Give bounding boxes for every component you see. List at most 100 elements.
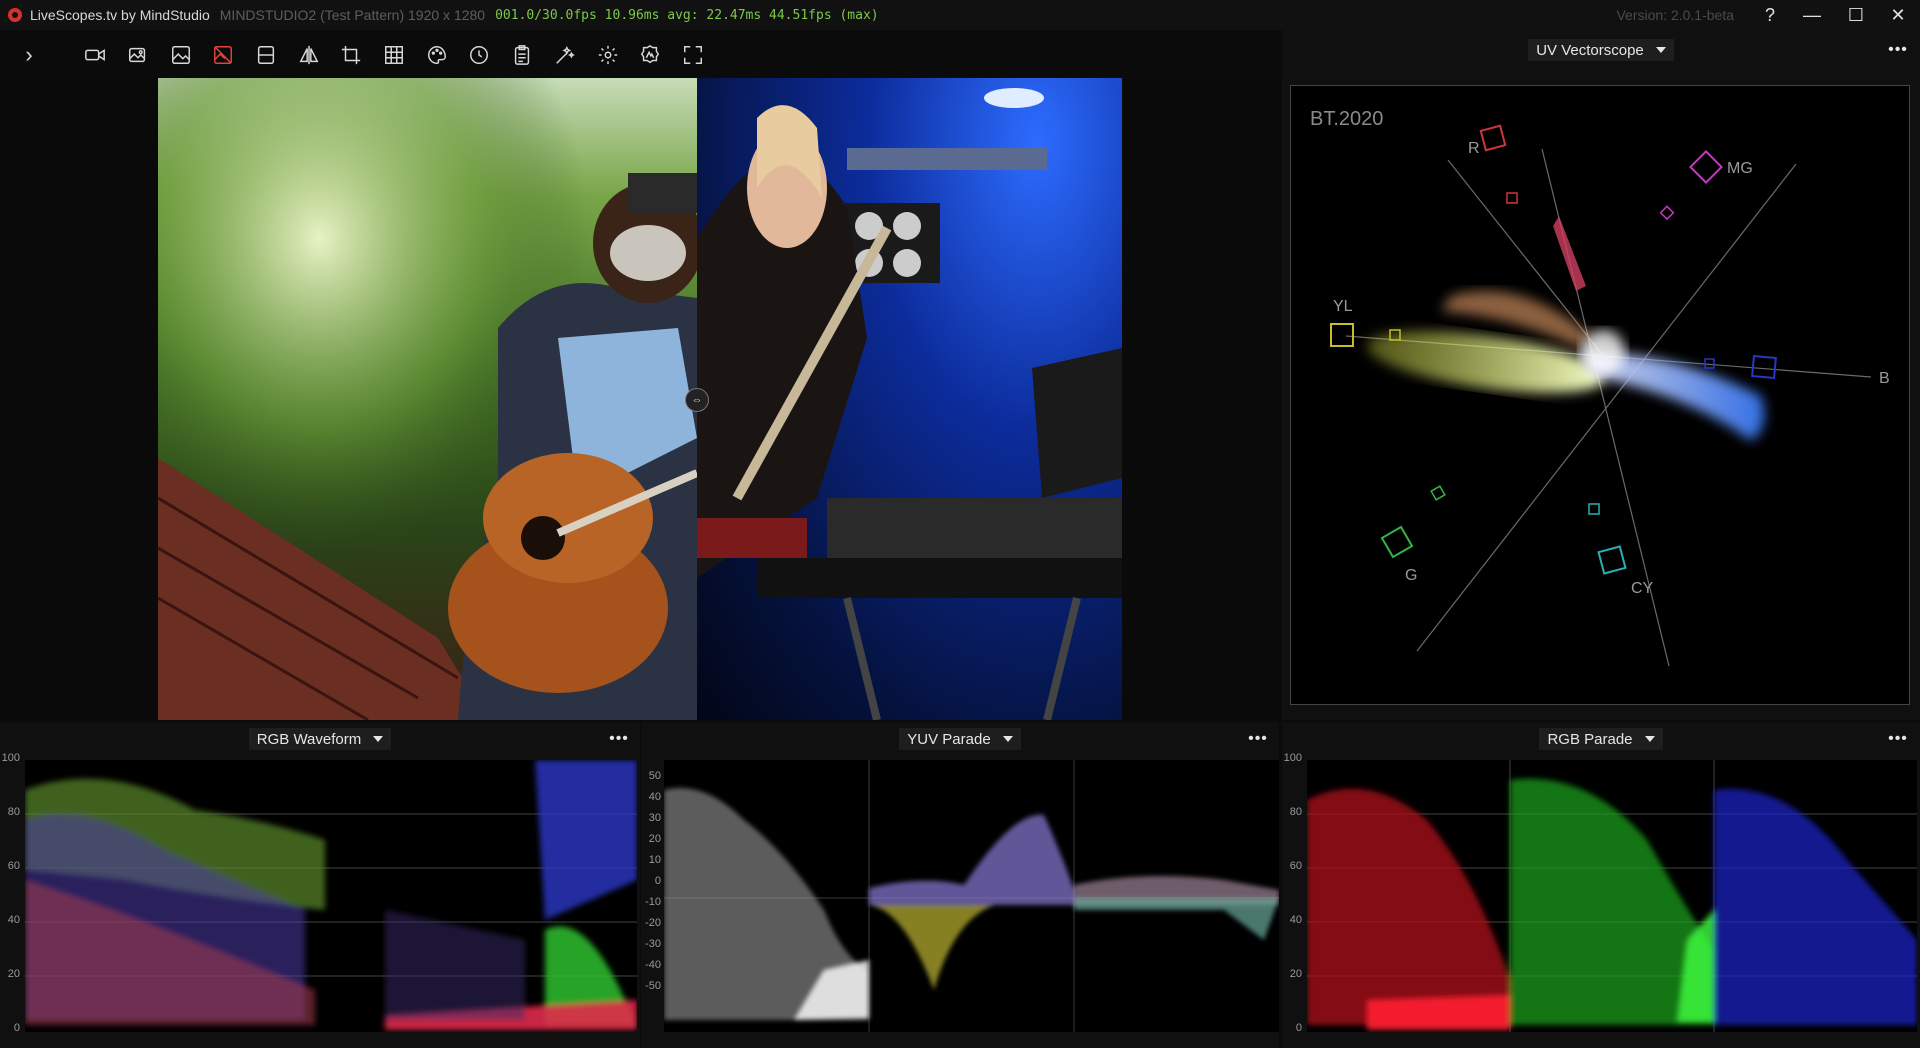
scale-label: 20 bbox=[1289, 968, 1302, 980]
image-off-icon bbox=[214, 46, 232, 64]
yuv-parade-selector-label: YUV Parade bbox=[907, 730, 991, 748]
rgb-parade-selector-label: RGB Parade bbox=[1547, 730, 1633, 748]
rgb-parade-header: RGB Parade bbox=[1282, 724, 1920, 754]
target-label-b: B bbox=[1879, 370, 1890, 387]
maximize-button[interactable]: ☐ bbox=[1834, 0, 1878, 30]
scale-label: 20 bbox=[648, 833, 661, 845]
bassist-photo bbox=[697, 88, 1122, 720]
rgb-parade-more-button[interactable]: ••• bbox=[1886, 724, 1910, 754]
video-camera-button[interactable] bbox=[82, 42, 108, 68]
scale-label: 40 bbox=[7, 914, 20, 926]
vectorscope-selector-label: UV Vectorscope bbox=[1536, 41, 1644, 59]
rgb-waveform-header: RGB Waveform bbox=[0, 724, 640, 754]
target-label-yl: YL bbox=[1333, 298, 1353, 315]
rgb-parade-panel: RGB Parade ••• 100 80 60 40 20 0 bbox=[1282, 722, 1920, 1048]
caret-down-icon bbox=[1644, 736, 1655, 742]
split-arrows-icon: ⇔ bbox=[691, 394, 703, 406]
scale-label: 60 bbox=[7, 860, 20, 872]
mirror-icon bbox=[299, 45, 319, 65]
split-horizontal-button[interactable] bbox=[253, 42, 279, 68]
rgb-parade-selector[interactable]: RGB Parade bbox=[1539, 728, 1663, 750]
scale-label: 80 bbox=[1289, 806, 1302, 818]
caret-down-icon bbox=[1002, 736, 1013, 742]
badge-icon bbox=[640, 44, 660, 64]
chevron-right-icon: › bbox=[25, 42, 33, 67]
scale-label: 40 bbox=[1289, 914, 1302, 926]
yuv-parade-more-button[interactable]: ••• bbox=[1246, 724, 1270, 754]
split-handle[interactable]: ⇔ bbox=[685, 388, 709, 412]
grid-icon bbox=[385, 46, 403, 64]
image-button[interactable] bbox=[168, 42, 194, 68]
close-button[interactable]: ✕ bbox=[1876, 0, 1920, 30]
scale-label: 40 bbox=[648, 791, 661, 803]
scale-label: 0 bbox=[654, 875, 661, 887]
minimize-button[interactable]: — bbox=[1790, 0, 1834, 30]
vectorscope-header: UV Vectorscope bbox=[1282, 35, 1920, 65]
scale-label: 50 bbox=[648, 770, 661, 782]
rgb-waveform-panel: RGB Waveform ••• 100 80 60 40 20 0 bbox=[0, 722, 640, 1048]
rgb-parade-trace bbox=[1307, 760, 1917, 1032]
app-title: LiveScopes.tv by MindStudio bbox=[30, 7, 210, 23]
caret-down-icon bbox=[373, 736, 384, 742]
rgb-waveform-trace bbox=[25, 760, 637, 1030]
source-image-left bbox=[158, 78, 697, 720]
target-label-cy: CY bbox=[1631, 580, 1654, 597]
vectorscope-selector[interactable]: UV Vectorscope bbox=[1528, 39, 1674, 61]
clipboard-icon bbox=[514, 45, 530, 65]
image-icon bbox=[172, 46, 190, 64]
clock-button[interactable] bbox=[466, 42, 492, 68]
help-button[interactable]: ? bbox=[1748, 0, 1792, 30]
version-label: Version: 2.0.1-beta bbox=[1616, 7, 1734, 23]
scale-label: 100 bbox=[1283, 752, 1302, 764]
scale-label: 60 bbox=[1289, 860, 1302, 872]
scale-label: -40 bbox=[645, 959, 661, 971]
palette-button[interactable] bbox=[424, 42, 450, 68]
yuv-parade-selector[interactable]: YUV Parade bbox=[899, 728, 1021, 750]
scale-label: 10 bbox=[648, 854, 661, 866]
settings-button[interactable] bbox=[595, 42, 621, 68]
rgb-waveform-more-button[interactable]: ••• bbox=[607, 724, 631, 754]
toolbar: › bbox=[0, 30, 1280, 78]
expand-sidebar-button[interactable]: › bbox=[16, 42, 42, 68]
clock-icon bbox=[470, 46, 488, 64]
target-label-r: R bbox=[1468, 140, 1480, 157]
image-off-button[interactable] bbox=[210, 42, 236, 68]
grid-button[interactable] bbox=[381, 42, 407, 68]
vectorscope-panel: UV Vectorscope ••• BT.2020 R MG YL B G C… bbox=[1282, 30, 1920, 720]
scale-label: 20 bbox=[7, 968, 20, 980]
guitarist-photo bbox=[158, 78, 697, 720]
vectorscope-more-button[interactable]: ••• bbox=[1886, 35, 1910, 65]
scale-label: -50 bbox=[645, 980, 661, 992]
rgb-parade-display bbox=[1307, 760, 1917, 1032]
rgb-waveform-selector[interactable]: RGB Waveform bbox=[248, 728, 392, 750]
yuv-parade-panel: YUV Parade ••• 50 40 30 20 10 0 -10 -20 … bbox=[641, 722, 1279, 1048]
scale-label: 0 bbox=[13, 1022, 20, 1034]
fullscreen-button[interactable] bbox=[680, 42, 706, 68]
source-image-right bbox=[697, 78, 1122, 720]
video-viewer[interactable]: ⇔ bbox=[0, 78, 1282, 720]
title-bar: LiveScopes.tv by MindStudio MINDSTUDIO2 … bbox=[0, 0, 1920, 30]
yuv-parade-display bbox=[664, 760, 1279, 1032]
split-horizontal-icon bbox=[257, 46, 275, 64]
scale-label: 30 bbox=[648, 812, 661, 824]
mirror-button[interactable] bbox=[296, 42, 322, 68]
video-camera-icon bbox=[85, 49, 105, 61]
rgb-waveform-selector-label: RGB Waveform bbox=[256, 730, 362, 748]
clipboard-button[interactable] bbox=[509, 42, 535, 68]
vectorscope-display: BT.2020 R MG YL B G CY bbox=[1290, 85, 1910, 705]
target-label-g: G bbox=[1405, 567, 1418, 584]
image-gallery-button[interactable] bbox=[125, 42, 151, 68]
magic-wand-button[interactable] bbox=[552, 42, 578, 68]
app-logo-icon bbox=[8, 8, 22, 22]
crop-icon bbox=[341, 45, 361, 65]
fps-readout: 001.0/30.0fps 10.96ms avg: 22.47ms 44.51… bbox=[495, 7, 879, 23]
vectorscope-graticule bbox=[1330, 124, 1872, 667]
yuv-parade-header: YUV Parade bbox=[641, 724, 1279, 754]
scale-label: -30 bbox=[645, 938, 661, 950]
gear-icon bbox=[598, 45, 618, 65]
scale-label: 80 bbox=[7, 806, 20, 818]
rgb-waveform-display bbox=[25, 760, 637, 1032]
badge-button[interactable] bbox=[637, 42, 663, 68]
caret-down-icon bbox=[1655, 47, 1666, 53]
crop-button[interactable] bbox=[338, 42, 364, 68]
